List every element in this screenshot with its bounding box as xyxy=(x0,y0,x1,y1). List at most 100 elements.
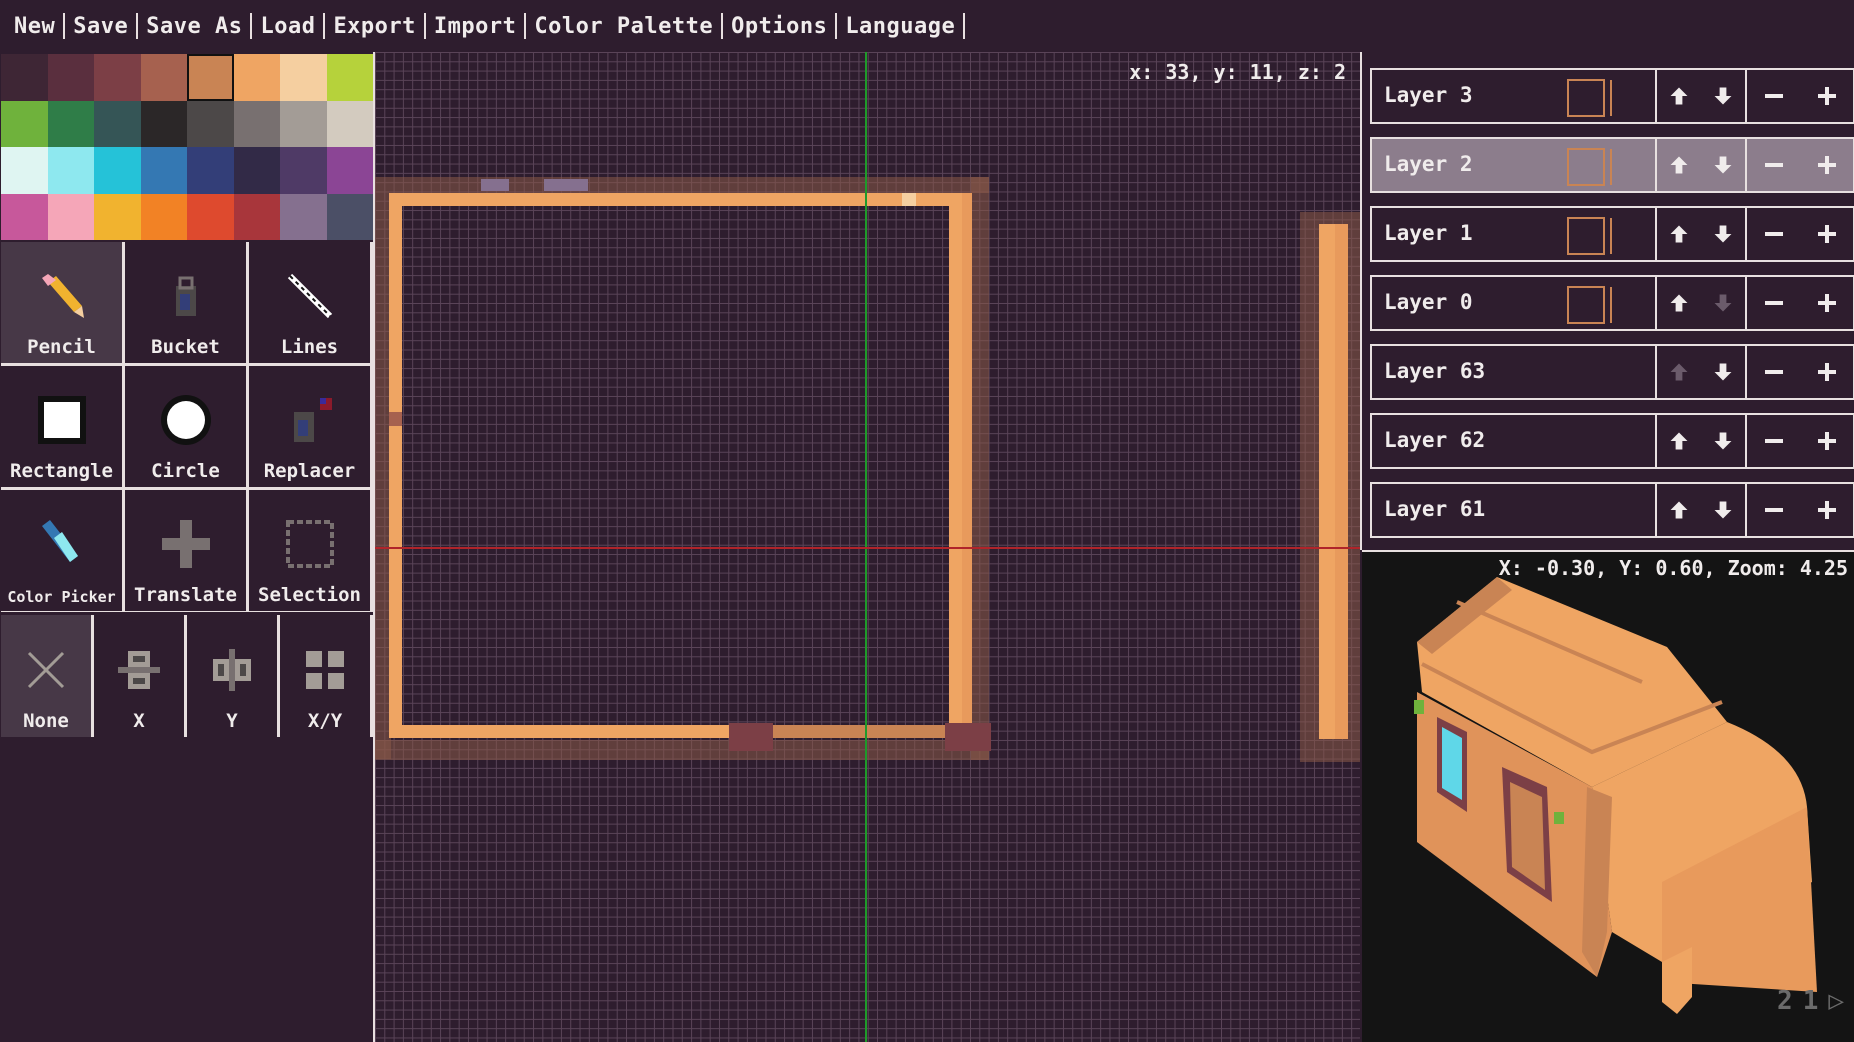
plus-icon[interactable] xyxy=(1814,83,1840,109)
tool-pencil[interactable]: Pencil xyxy=(1,242,122,363)
palette-swatch[interactable] xyxy=(140,54,187,101)
minus-icon[interactable] xyxy=(1761,359,1787,385)
palette-swatch[interactable] xyxy=(140,193,187,240)
tool-none[interactable]: None xyxy=(1,615,91,737)
arrow-up-icon[interactable] xyxy=(1666,83,1692,109)
layer-row[interactable]: Layer 2 xyxy=(1370,137,1854,193)
palette-swatch[interactable] xyxy=(187,193,234,240)
palette-swatch[interactable] xyxy=(47,100,94,147)
palette-swatch[interactable] xyxy=(326,54,373,101)
playback-item-0[interactable]: 2 xyxy=(1777,986,1793,1016)
palette-swatch[interactable] xyxy=(47,54,94,101)
menu-bar: New Save Save As Load Export Import Color Pale… xyxy=(0,0,1854,52)
palette-swatch[interactable] xyxy=(280,100,327,147)
palette-swatch[interactable] xyxy=(140,147,187,194)
layer-select[interactable]: Layer 61 xyxy=(1372,484,1657,536)
layer-select[interactable]: Layer 63 xyxy=(1372,346,1657,398)
tool-x[interactable]: X xyxy=(94,615,184,737)
arrow-down-icon[interactable] xyxy=(1710,83,1736,109)
plus-icon[interactable] xyxy=(1814,359,1840,385)
arrow-up-icon[interactable] xyxy=(1666,290,1692,316)
menu-import[interactable]: Import xyxy=(428,14,522,39)
arrow-down-icon[interactable] xyxy=(1710,221,1736,247)
tool-circle[interactable]: Circle xyxy=(125,366,246,487)
minus-icon[interactable] xyxy=(1761,152,1787,178)
palette-swatch[interactable] xyxy=(326,100,373,147)
play-icon[interactable]: ▷ xyxy=(1828,986,1844,1016)
arrow-down-icon[interactable] xyxy=(1710,428,1736,454)
layer-row[interactable]: Layer 0 xyxy=(1370,275,1854,331)
palette-swatch[interactable] xyxy=(1,54,48,101)
layer-row[interactable]: Layer 3 xyxy=(1370,68,1854,124)
minus-icon[interactable] xyxy=(1761,290,1787,316)
tool-color-picker[interactable]: Color Picker xyxy=(1,490,122,611)
palette-swatch[interactable] xyxy=(326,147,373,194)
palette-swatch[interactable] xyxy=(233,54,280,101)
playback-item-1[interactable]: 1 xyxy=(1803,986,1819,1016)
plus-icon[interactable] xyxy=(1814,290,1840,316)
palette-swatch[interactable] xyxy=(47,147,94,194)
layer-select[interactable]: Layer 62 xyxy=(1372,415,1657,467)
palette-swatch[interactable] xyxy=(187,54,234,101)
layer-select[interactable]: Layer 2 xyxy=(1372,139,1657,191)
drawing-canvas[interactable]: x: 33, y: 11, z: 2 xyxy=(373,52,1360,1042)
palette-swatch[interactable] xyxy=(94,147,141,194)
tool-lines[interactable]: Lines xyxy=(249,242,370,363)
menu-save-as[interactable]: Save As xyxy=(140,14,248,39)
palette-swatch[interactable] xyxy=(233,147,280,194)
tool-bucket[interactable]: Bucket xyxy=(125,242,246,363)
menu-save[interactable]: Save xyxy=(67,14,134,39)
palette-swatch[interactable] xyxy=(140,100,187,147)
plus-icon[interactable] xyxy=(1814,428,1840,454)
arrow-down-icon[interactable] xyxy=(1710,497,1736,523)
palette-swatch[interactable] xyxy=(187,147,234,194)
minus-icon[interactable] xyxy=(1761,221,1787,247)
3d-preview[interactable]: X: -0.30, Y: 0.60, Zoom: 4.25 2 1 ▷ xyxy=(1362,550,1854,1042)
minus-icon[interactable] xyxy=(1761,497,1787,523)
arrow-up-icon[interactable] xyxy=(1666,221,1692,247)
layer-row[interactable]: Layer 1 xyxy=(1370,206,1854,262)
layer-select[interactable]: Layer 0 xyxy=(1372,277,1657,329)
tool-selection[interactable]: Selection xyxy=(249,490,370,611)
tool-replacer[interactable]: Replacer xyxy=(249,366,370,487)
menu-export[interactable]: Export xyxy=(327,14,421,39)
minus-icon[interactable] xyxy=(1761,428,1787,454)
layer-select[interactable]: Layer 1 xyxy=(1372,208,1657,260)
palette-swatch[interactable] xyxy=(233,193,280,240)
arrow-down-icon[interactable] xyxy=(1710,152,1736,178)
palette-swatch[interactable] xyxy=(233,100,280,147)
palette-swatch[interactable] xyxy=(94,193,141,240)
tool-translate[interactable]: Translate xyxy=(125,490,246,611)
tool-rectangle[interactable]: Rectangle xyxy=(1,366,122,487)
menu-load[interactable]: Load xyxy=(254,14,321,39)
palette-swatch[interactable] xyxy=(187,100,234,147)
tool-x-y[interactable]: X/Y xyxy=(280,615,370,737)
palette-swatch[interactable] xyxy=(280,54,327,101)
layer-select[interactable]: Layer 3 xyxy=(1372,70,1657,122)
arrow-up-icon[interactable] xyxy=(1666,428,1692,454)
plus-icon[interactable] xyxy=(1814,497,1840,523)
palette-swatch[interactable] xyxy=(326,193,373,240)
palette-swatch[interactable] xyxy=(280,193,327,240)
layer-row[interactable]: Layer 63 xyxy=(1370,344,1854,400)
layer-row[interactable]: Layer 62 xyxy=(1370,413,1854,469)
plus-icon[interactable] xyxy=(1814,221,1840,247)
menu-new[interactable]: New xyxy=(8,14,61,39)
palette-swatch[interactable] xyxy=(94,100,141,147)
palette-swatch[interactable] xyxy=(280,147,327,194)
arrow-down-icon[interactable] xyxy=(1710,359,1736,385)
layer-row[interactable]: Layer 61 xyxy=(1370,482,1854,538)
minus-icon[interactable] xyxy=(1761,83,1787,109)
palette-swatch[interactable] xyxy=(47,193,94,240)
palette-swatch[interactable] xyxy=(1,193,48,240)
plus-icon[interactable] xyxy=(1814,152,1840,178)
arrow-up-icon[interactable] xyxy=(1666,152,1692,178)
menu-color-palette[interactable]: Color Palette xyxy=(528,14,719,39)
menu-options[interactable]: Options xyxy=(725,14,833,39)
palette-swatch[interactable] xyxy=(1,100,48,147)
palette-swatch[interactable] xyxy=(94,54,141,101)
tool-y[interactable]: Y xyxy=(187,615,277,737)
menu-language[interactable]: Language xyxy=(839,14,961,39)
palette-swatch[interactable] xyxy=(1,147,48,194)
arrow-up-icon[interactable] xyxy=(1666,497,1692,523)
